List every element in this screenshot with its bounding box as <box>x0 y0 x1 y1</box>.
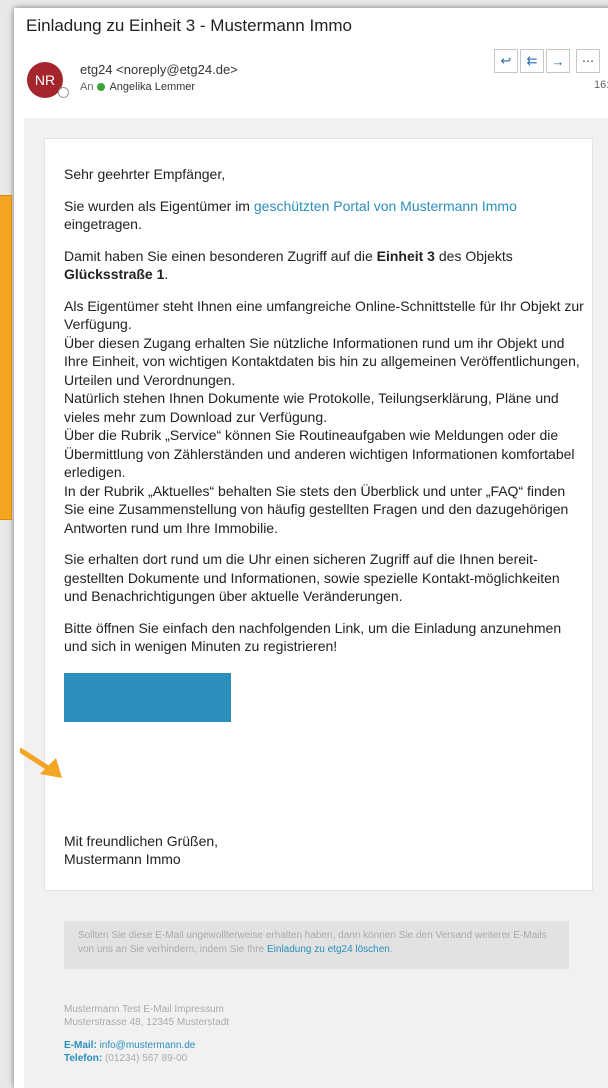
forward-icon: → <box>551 53 565 69</box>
feature-line: Über die Rubrik „Service“ können Sie Rou… <box>64 427 575 480</box>
footer-phone-row: Telefon: (01234) 567 89-00 <box>64 1052 229 1065</box>
paragraph-access-end: . <box>164 266 169 282</box>
delete-invitation-link[interactable]: Einladung zu etg24 löschen <box>267 944 390 955</box>
reply-all-icon: ⇇ <box>526 53 538 68</box>
feature-line: Über diesen Zugang erhalten Sie nützlich… <box>64 334 580 388</box>
footer-imprint: Mustermann Test E-Mail Impressum Musters… <box>64 1003 229 1065</box>
footer-title: Mustermann Test E-Mail Impressum <box>64 1004 224 1015</box>
footer-address: Musterstrasse 48, 12345 Musterstadt <box>64 1017 230 1028</box>
highlight-callout <box>0 195 12 520</box>
email-subject: Einladung zu Einheit 3 - Mustermann Immo <box>26 16 352 35</box>
presence-icon <box>58 87 69 98</box>
paragraph-portal-end: eingetragen. <box>64 216 142 232</box>
object-name: Glücksstraße 1 <box>64 266 165 282</box>
footer-phone-label: Telefon: <box>64 1053 103 1064</box>
paragraph-access: Damit haben Sie einen besonderen Zugriff… <box>64 247 584 284</box>
register-button[interactable]: JETZT REGISTRIEREN <box>64 672 232 722</box>
footer-email-label: E-Mail: <box>64 1040 97 1051</box>
footer-phone-value: (01234) 567 89-00 <box>104 1053 188 1064</box>
received-time: 16: <box>594 79 608 91</box>
avatar-initials: NR <box>34 72 56 88</box>
portal-link[interactable]: geschützten Portal von Mustermann Immo <box>254 198 517 214</box>
footer-email-link[interactable]: info@mustermann.de <box>100 1040 196 1051</box>
feature-line: Natürlich stehen Ihnen Dokumente wie Pro… <box>64 390 559 425</box>
pointer-arrow-icon <box>20 748 62 778</box>
paragraph-portal-text: Sie wurden als Eigentümer im <box>64 197 254 214</box>
reply-button[interactable]: ↩ <box>494 49 518 73</box>
unsubscribe-notice: Sollten Sie diese E-Mail ungewollterweis… <box>64 921 569 969</box>
paragraph-access-mid: des Objekts <box>434 247 513 264</box>
forward-button[interactable]: → <box>546 49 570 73</box>
recipient-row: An Angelika Lemmer <box>80 81 195 93</box>
paragraph-portal: Sie wurden als Eigentümer im geschützten… <box>64 197 584 234</box>
notice-end: . <box>389 944 393 955</box>
paragraph-instruction: Bitte öffnen Sie einfach den nachfolgend… <box>64 619 562 655</box>
sender-address[interactable]: etg24 <noreply@etg24.de> <box>80 62 238 77</box>
footer-email-row: E-Mail: info@mustermann.de <box>64 1039 229 1052</box>
unit-name: Einheit 3 <box>376 247 435 264</box>
greeting: Sehr geehrter Empfänger, <box>64 166 226 182</box>
feature-line: In der Rubrik „Aktuelles“ behalten Sie s… <box>64 482 569 536</box>
message-actions: ↩ ⇇ → ⋯ <box>494 49 600 73</box>
email-body: Sehr geehrter Empfänger, Sie wurden als … <box>64 165 584 722</box>
to-label: An <box>80 81 94 93</box>
signature-name: Mustermann Immo <box>64 851 181 867</box>
presence-available-icon <box>97 83 106 91</box>
paragraph-access-details: Sie erhalten dort rund um die Uhr einen … <box>64 551 560 604</box>
paragraph-features: Als Eigentümer steht Ihnen eine umfangre… <box>64 297 584 538</box>
signature-block: Mit freundlichen Grüßen, Mustermann Immo <box>64 832 218 868</box>
reply-icon: ↩ <box>500 53 512 68</box>
recipient-name[interactable]: Angelika Lemmer <box>109 81 195 93</box>
more-icon: ⋯ <box>582 54 594 68</box>
more-actions-button[interactable]: ⋯ <box>576 49 600 73</box>
feature-line: Als Eigentümer steht Ihnen eine umfangre… <box>64 297 584 333</box>
paragraph-access-text: Damit haben Sie einen besonderen Zugriff… <box>64 247 377 264</box>
reply-all-button[interactable]: ⇇ <box>520 49 544 73</box>
closing: Mit freundlichen Grüßen, <box>64 833 219 849</box>
